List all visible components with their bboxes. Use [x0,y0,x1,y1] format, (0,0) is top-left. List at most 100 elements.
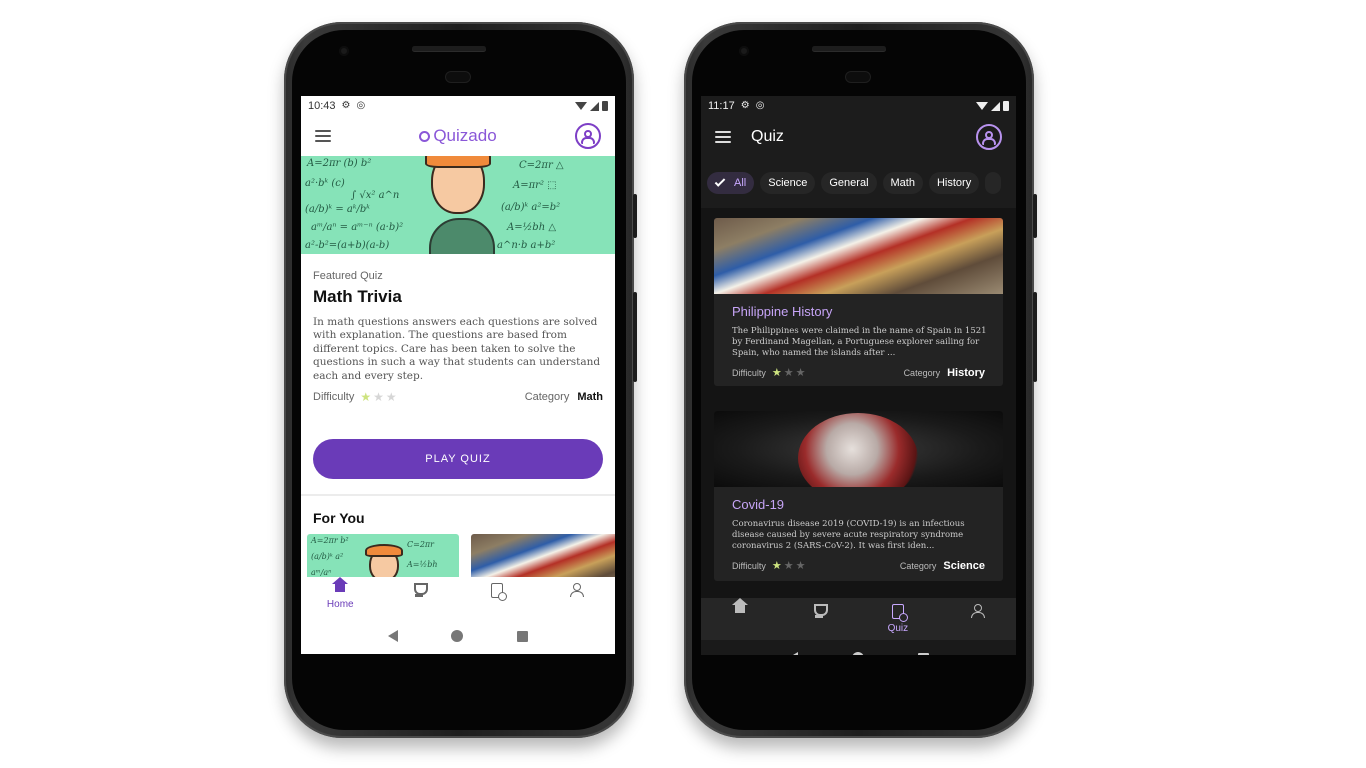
featured-quiz-banner[interactable]: A=2πr (b) b² a²·bᵏ (c) ∫ √x² a^n (a/b)ᵏ … [301,156,615,254]
account-icon[interactable] [976,124,1002,150]
chip-all[interactable]: All [707,172,755,194]
menu-icon[interactable] [315,130,331,142]
card-image-history [714,218,1003,294]
chip-math[interactable]: Math [882,172,923,194]
app-brand-name: Quizado [433,126,497,145]
illustration-shirt [429,218,495,254]
chip-label: History [936,177,972,189]
earpiece-speaker [412,46,486,51]
home-button-icon[interactable] [852,652,864,655]
recents-icon[interactable] [918,652,929,655]
virus-illustration [798,413,918,487]
power-button [633,292,637,382]
quiz-card-covid-19[interactable]: Covid-19 Coronavirus disease 2019 (COVID… [714,411,1003,581]
status-time: 10:43 [308,100,336,112]
difficulty-stars: ★ ★ ★ [772,559,806,572]
quiz-card-description: The Philippines were claimed in the name… [732,326,987,358]
card-image-virus [714,411,1003,487]
star-filled-icon: ★ [771,367,782,379]
chip-history[interactable]: History [928,172,980,194]
nav-quiz[interactable] [467,577,527,601]
featured-title: Math Trivia [313,287,402,306]
home-button-icon[interactable] [451,630,464,642]
category-value: Science [943,559,985,572]
star-filled-icon: ★ [771,560,782,572]
proximity-sensor [846,72,870,82]
quiz-card-philippine-history[interactable]: Philippine History The Philippines were … [714,218,1003,386]
screen-home: 10:43 ⚙ ◎ Quizado A=2πr (b) b² a²·bᵏ (c)… [301,96,615,654]
star-empty-icon: ★ [795,367,806,379]
difficulty-stars: ★ ★ ★ [772,366,806,379]
nav-leaderboard[interactable] [789,598,849,618]
chip-label: Science [768,177,808,189]
difficulty-label: Difficulty [313,391,355,403]
signal-icon [590,101,599,111]
signal-icon [991,101,1000,111]
person-icon [970,604,985,618]
category-label: Category [899,560,937,571]
category-label: Category [524,391,570,403]
back-icon[interactable] [387,630,398,642]
settings-status-icon: ⚙ [740,100,750,111]
nav-profile[interactable] [546,577,606,597]
illustration-hair [365,544,403,557]
quiz-card-description: Coronavirus disease 2019 (COVID-19) is a… [732,519,965,551]
chip-more[interactable] [985,172,1002,194]
recents-icon[interactable] [517,630,529,642]
page-title: Quiz [751,128,784,145]
star-empty-icon: ★ [385,390,397,404]
battery-icon [602,101,608,111]
category-filter-chips: All Science General Math History [701,158,1016,208]
nav-leaderboard[interactable] [389,577,449,597]
quizado-logo-icon [419,131,431,142]
bottom-navigation: Home [301,577,615,619]
chip-science[interactable]: Science [760,172,816,194]
screen-quiz-list: 11:17 ⚙ ◎ Quiz All Science General Math … [701,96,1016,655]
sync-status-icon: ◎ [356,100,366,111]
battery-icon [1003,101,1009,111]
star-empty-icon: ★ [783,367,794,379]
phone-frame-light: 10:43 ⚙ ◎ Quizado A=2πr (b) b² a²·bᵏ (c)… [284,22,637,738]
wifi-icon [976,102,988,110]
quiz-card-title: Covid-19 [732,497,785,512]
play-quiz-button[interactable]: PLAY QUIZ [313,439,603,479]
chip-general[interactable]: General [821,172,877,194]
chip-label: Math [890,177,915,189]
illustration-hair [425,156,491,168]
volume-button [633,194,637,238]
difficulty-stars: ★ ★ ★ [360,390,396,404]
proximity-sensor [446,72,470,82]
star-empty-icon: ★ [783,560,794,572]
nav-quiz[interactable]: Quiz [868,598,928,634]
back-icon[interactable] [788,652,798,655]
nav-home-label: Home [326,599,354,610]
difficulty-label: Difficulty [732,560,766,571]
bottom-navigation: Quiz [701,598,1016,640]
status-time: 11:17 [708,100,735,112]
category-value: Math [577,391,603,403]
category-value: History [947,366,985,379]
home-icon [732,598,749,616]
featured-label: Featured Quiz [313,270,383,282]
wifi-icon [575,102,587,110]
app-logo: Quizado [301,126,615,146]
nav-profile[interactable] [947,598,1007,618]
star-empty-icon: ★ [795,560,806,572]
status-bar: 11:17 ⚙ ◎ [701,96,1016,116]
account-icon[interactable] [575,123,601,149]
section-divider [301,494,615,496]
sync-status-icon: ◎ [755,100,765,111]
earpiece-speaker [812,46,886,51]
app-bar: Quiz [701,116,1016,158]
quiz-card-meta: Difficulty ★ ★ ★ Category History [732,366,985,380]
menu-icon[interactable] [715,131,731,143]
settings-status-icon: ⚙ [341,100,351,111]
front-camera [739,46,749,56]
nav-home[interactable]: Home [310,577,370,610]
nav-home[interactable] [710,598,770,616]
quiz-card-meta: Difficulty ★ ★ ★ Category Science [732,559,985,573]
quiz-doc-icon [491,583,508,601]
star-empty-icon: ★ [373,390,384,404]
quiz-doc-icon [891,604,908,622]
home-icon [332,577,349,595]
